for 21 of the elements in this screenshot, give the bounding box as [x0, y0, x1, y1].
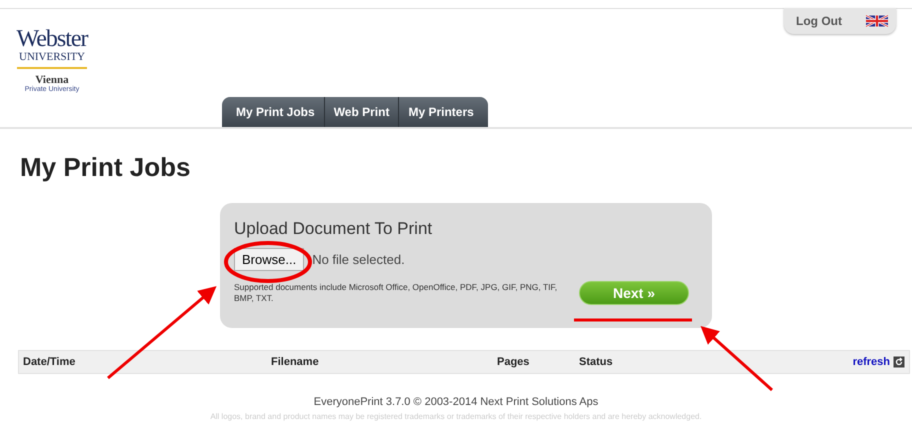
nav-tab[interactable]: Web Print: [324, 97, 400, 127]
column-header: Pages: [497, 356, 530, 368]
flag-icon[interactable]: [866, 15, 888, 27]
nav-tab[interactable]: My Printers: [399, 97, 488, 127]
logo-underline: [17, 67, 87, 69]
supported-formats-note: Supported documents include Microsoft Office, OpenOffice, PDF, JPG, GIF, PNG, TIF, BMP, TXT.: [234, 282, 558, 304]
browse-button[interactable]: Browse...: [234, 248, 304, 271]
logout-link[interactable]: Log Out: [796, 14, 842, 28]
logo-subtitle: UNIVERSITY: [19, 51, 85, 64]
column-header: Date/Time: [23, 356, 76, 368]
logo-wordmark: Webster: [16, 27, 88, 51]
column-header: Status: [579, 356, 613, 368]
page-title: My Print Jobs: [20, 151, 192, 183]
campus-name: Vienna: [35, 74, 69, 86]
file-status: No file selected.: [312, 252, 405, 267]
refresh-icon[interactable]: [893, 356, 905, 368]
nav-tab[interactable]: My Print Jobs: [222, 97, 325, 127]
refresh-link[interactable]: refresh: [852, 356, 890, 368]
footer-copyright: EveryonePrint 3.7.0 © 2003-2014 Next Print Solutions Aps: [314, 396, 598, 408]
panel-title: Upload Document To Print: [234, 219, 434, 239]
column-header: Filename: [271, 356, 320, 368]
